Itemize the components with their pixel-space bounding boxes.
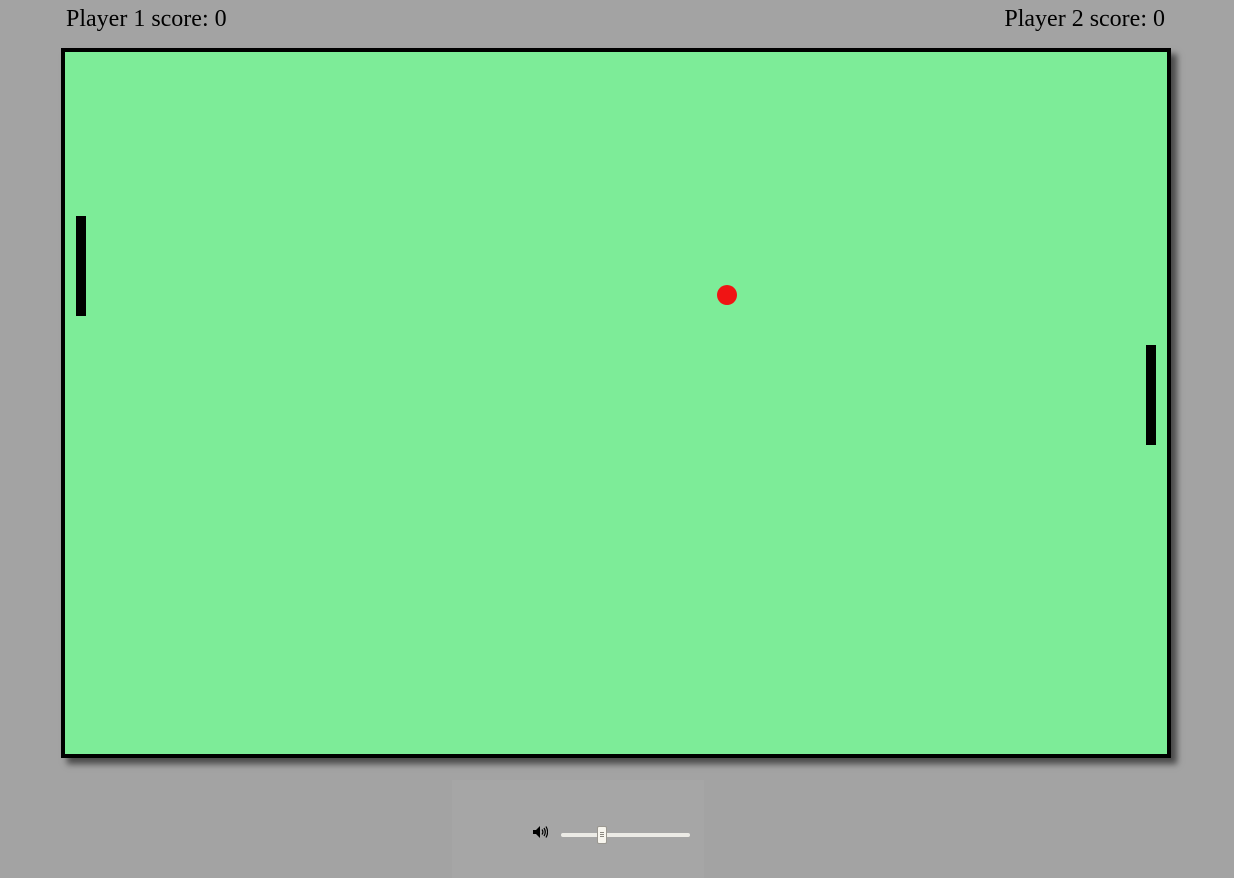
- left-paddle: [76, 216, 86, 316]
- speaker-icon[interactable]: [532, 824, 548, 840]
- ball: [717, 285, 737, 305]
- right-paddle: [1146, 345, 1156, 445]
- player-2-score: Player 2 score: 0: [1004, 6, 1165, 32]
- player-1-score: Player 1 score: 0: [66, 6, 227, 32]
- volume-slider-track[interactable]: [561, 833, 690, 837]
- volume-slider-thumb[interactable]: [597, 826, 608, 844]
- volume-slider[interactable]: [561, 826, 690, 844]
- game-board[interactable]: [61, 48, 1171, 758]
